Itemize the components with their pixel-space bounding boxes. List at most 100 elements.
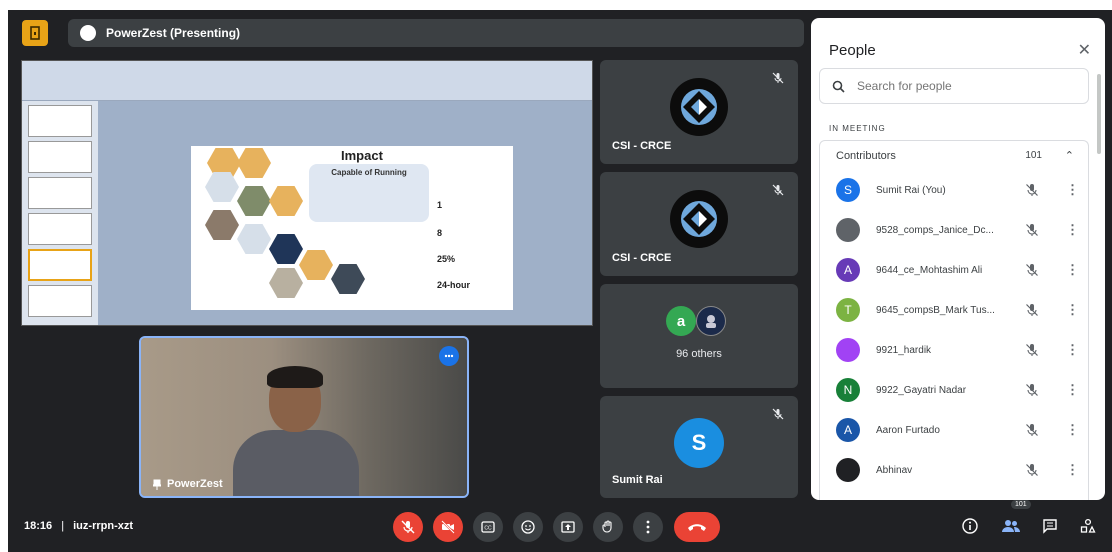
scrollbar[interactable]: [1097, 74, 1101, 154]
search-input[interactable]: [857, 79, 1057, 93]
csi-logo: [670, 78, 728, 136]
participant-tile[interactable]: CSI - CRCE: [600, 60, 798, 164]
hex-tile: [237, 148, 271, 178]
meeting-info: 18:16 | iuz-rrpn-xzt: [24, 520, 133, 532]
more-vert-icon[interactable]: ⋮: [1066, 222, 1079, 238]
avatar: T: [836, 298, 860, 322]
mic-toggle-button[interactable]: [393, 512, 423, 542]
chat-icon[interactable]: [1042, 518, 1058, 534]
info-icon[interactable]: [962, 518, 978, 534]
more-vert-icon[interactable]: ⋮: [1066, 462, 1079, 478]
participant-name: 9921_hardik: [876, 344, 932, 356]
participant-name: 9644_ce_Mohtashim Ali: [876, 264, 983, 276]
participant-name: Aaron Furtado: [876, 424, 940, 436]
group-count: 101: [1025, 150, 1042, 161]
participant-name: CSI - CRCE: [612, 140, 672, 152]
self-name-text: PowerZest: [167, 478, 223, 490]
slide-thumbnail: [28, 141, 92, 173]
presenter-banner: PowerZest (Presenting): [68, 19, 804, 47]
more-vert-icon[interactable]: ⋮: [1066, 302, 1079, 318]
more-vert-icon[interactable]: ⋮: [1066, 382, 1079, 398]
mic-off-icon[interactable]: [1025, 263, 1039, 277]
chevron-up-icon[interactable]: ⌃: [1065, 149, 1074, 162]
mic-off-icon[interactable]: [1025, 183, 1039, 197]
participant-name: Sumit Rai: [612, 474, 663, 486]
participant-row[interactable]: T 9645_compsB_Mark Tus... ⋮: [820, 290, 1088, 330]
mic-off-icon[interactable]: [1025, 223, 1039, 237]
meeting-time: 18:16: [24, 520, 53, 532]
captions-icon: CC: [481, 521, 495, 533]
self-video-tile[interactable]: PowerZest: [139, 336, 469, 498]
app-ribbon: [22, 61, 592, 101]
avatar: a: [666, 306, 696, 336]
meeting-code: iuz-rrpn-xzt: [73, 520, 134, 532]
present-button[interactable]: [553, 512, 583, 542]
close-icon[interactable]: ✕: [1078, 40, 1091, 60]
participant-row[interactable]: N 9922_Gayatri Nadar ⋮: [820, 370, 1088, 410]
mic-off-icon[interactable]: [1025, 343, 1039, 357]
slide: Impact Capable of Running 1 8 25% 24-hou…: [191, 146, 513, 310]
mic-off-icon: [772, 408, 784, 420]
capable-box: Capable of Running: [309, 164, 429, 222]
participant-row[interactable]: Abhinav ⋮: [820, 450, 1088, 490]
pin-icon: [153, 479, 161, 490]
slide-title: Impact: [341, 148, 383, 163]
slide-stat-2: 8: [437, 228, 443, 238]
avatar-photo: [696, 306, 726, 336]
audio-level-icon: [439, 346, 459, 366]
emoji-icon: [521, 520, 535, 534]
people-panel: People ✕ IN MEETING Contributors 101 ⌃ S…: [811, 18, 1105, 500]
more-options-button[interactable]: [633, 512, 663, 542]
others-tile[interactable]: a 96 others: [600, 284, 798, 388]
avatar: [836, 338, 860, 362]
hex-tile: [205, 210, 239, 240]
reactions-button[interactable]: [513, 512, 543, 542]
contributors-header[interactable]: Contributors 101 ⌃: [819, 140, 1089, 170]
participant-name: 9645_compsB_Mark Tus...: [876, 304, 995, 316]
camera-off-icon: [441, 520, 455, 534]
slide-stat-3: 25%: [437, 254, 456, 264]
meeting-stage: PowerZest (Presenting) Impact Capable of…: [8, 10, 1112, 552]
leave-call-button[interactable]: [674, 512, 720, 542]
participant-row[interactable]: A Aaron Furtado ⋮: [820, 410, 1088, 450]
camera-toggle-button[interactable]: [433, 512, 463, 542]
people-icon[interactable]: [1002, 518, 1020, 534]
presenter-logo-icon: [80, 25, 96, 41]
phone-hangup-icon: [688, 524, 706, 531]
others-count: 96 others: [676, 348, 722, 360]
participant-count-badge: 101: [1011, 500, 1031, 509]
more-vert-icon[interactable]: ⋮: [1066, 262, 1079, 278]
hex-tile: [269, 186, 303, 216]
host-controls-button[interactable]: [22, 20, 48, 46]
mic-off-icon[interactable]: [1025, 463, 1039, 477]
captions-button[interactable]: CC: [473, 512, 503, 542]
slide-thumbnail-active: [28, 249, 92, 281]
person-body: [233, 430, 359, 496]
participant-tile[interactable]: CSI - CRCE: [600, 172, 798, 276]
present-screen-icon: [561, 521, 575, 533]
caption-strip: [0, 0, 1112, 10]
people-search[interactable]: [819, 68, 1089, 104]
avatar: A: [836, 258, 860, 282]
participant-list: S Sumit Rai (You) ⋮ 9528_comps_Janice_Dc...…: [819, 170, 1089, 500]
activities-icon[interactable]: [1080, 518, 1096, 534]
mic-off-icon[interactable]: [1025, 303, 1039, 317]
participant-tile[interactable]: S Sumit Rai: [600, 396, 798, 498]
participant-row[interactable]: A 9644_ce_Mohtashim Ali ⋮: [820, 250, 1088, 290]
hex-tile: [331, 264, 365, 294]
raise-hand-button[interactable]: [593, 512, 623, 542]
more-vert-icon[interactable]: ⋮: [1066, 422, 1079, 438]
more-vert-icon[interactable]: ⋮: [1066, 342, 1079, 358]
participant-row[interactable]: 9921_hardik ⋮: [820, 330, 1088, 370]
participant-row[interactable]: S Sumit Rai (You) ⋮: [820, 170, 1088, 210]
mic-off-icon[interactable]: [1025, 383, 1039, 397]
hand-icon: [602, 520, 612, 533]
more-vert-icon[interactable]: ⋮: [1066, 182, 1079, 198]
participant-row[interactable]: 9528_comps_Janice_Dc... ⋮: [820, 210, 1088, 250]
slide-thumbnail: [28, 177, 92, 209]
hex-tile: [299, 250, 333, 280]
participant-name: Abhinav: [876, 464, 913, 476]
mic-off-icon[interactable]: [1025, 423, 1039, 437]
slide-canvas: Impact Capable of Running 1 8 25% 24-hou…: [98, 101, 592, 325]
slide-stat-1: 1: [437, 200, 443, 210]
